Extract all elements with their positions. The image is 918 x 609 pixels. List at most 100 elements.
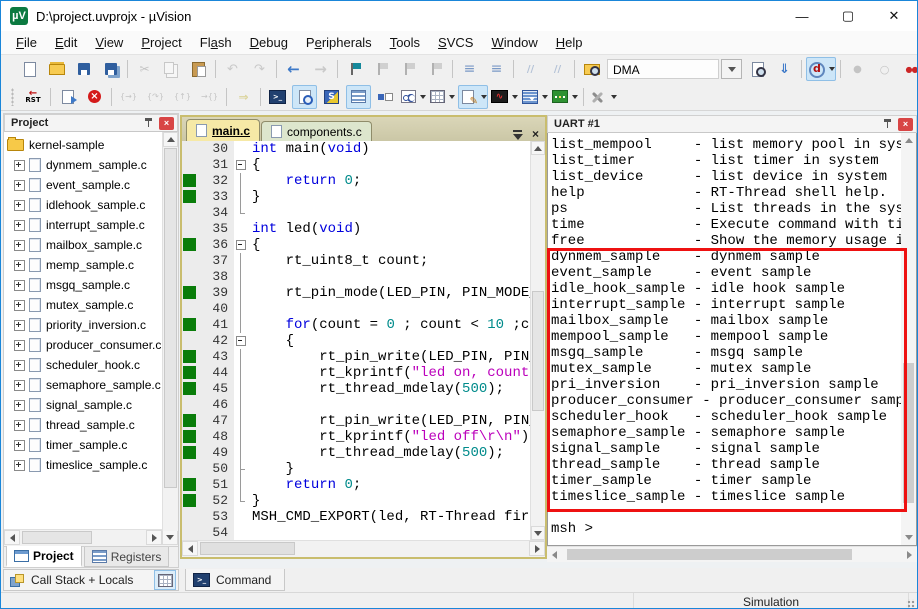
menu-project[interactable]: Project [132, 31, 190, 54]
scroll-thumb[interactable] [567, 549, 852, 560]
code-line-35[interactable]: 35 int led(void) [182, 221, 530, 237]
tree-item[interactable]: interrupt_sample.c [4, 215, 178, 235]
expand-icon[interactable] [14, 439, 25, 451]
fold-collapse-icon[interactable] [234, 157, 247, 173]
serial-windows-button[interactable] [319, 85, 344, 109]
menu-tools[interactable]: Tools [381, 31, 429, 54]
scroll-thumb[interactable] [532, 291, 544, 411]
reset-cpu-button[interactable]: RST [20, 85, 46, 109]
code-line-51[interactable]: 51 return 0; [182, 477, 530, 493]
code-line-41[interactable]: 41 for(count = 0 ; count < 10 ;count++) [182, 317, 530, 333]
indent-button[interactable] [457, 57, 482, 81]
dropdown-caret-icon[interactable] [420, 94, 426, 99]
pin-icon[interactable] [881, 118, 895, 130]
stop-button[interactable] [82, 85, 107, 109]
command-window-button[interactable] [265, 85, 290, 109]
tree-item[interactable]: thread_sample.c [4, 415, 178, 435]
scroll-down-icon[interactable] [162, 530, 178, 545]
save-button[interactable] [71, 57, 96, 81]
scroll-left-icon[interactable] [4, 530, 20, 545]
menu-window[interactable]: Window [482, 31, 546, 54]
menu-flash[interactable]: Flash [191, 31, 241, 54]
scroll-track[interactable] [562, 547, 902, 562]
code-line-33[interactable]: 33} [182, 189, 530, 205]
tree-item[interactable]: signal_sample.c [4, 395, 178, 415]
symbols-window-button[interactable] [373, 85, 398, 109]
menu-file[interactable]: File [7, 31, 46, 54]
find-in-files-doc-button[interactable] [745, 57, 770, 81]
tab-project[interactable]: Project [6, 546, 82, 567]
expand-icon[interactable] [14, 359, 25, 371]
open-file-button[interactable] [44, 57, 69, 81]
scroll-up-icon[interactable] [163, 132, 178, 147]
menu-view[interactable]: View [86, 31, 132, 54]
tree-item[interactable]: msgq_sample.c [4, 275, 178, 295]
code-line-42[interactable]: 42 { [182, 333, 530, 349]
maximize-button[interactable]: ▢ [825, 1, 871, 31]
editor-horizontal-scrollbar[interactable] [182, 540, 545, 557]
search-input[interactable]: DMA [607, 59, 719, 79]
tree-item[interactable]: event_sample.c [4, 175, 178, 195]
code-line-50[interactable]: 50 } [182, 461, 530, 477]
scroll-right-icon[interactable] [902, 547, 917, 562]
expand-icon[interactable] [14, 179, 25, 191]
tree-item[interactable]: priority_inversion.c [4, 315, 178, 335]
disassembly-window-button[interactable] [292, 84, 317, 109]
tab-main-c[interactable]: main.c [186, 119, 261, 141]
tree-item[interactable]: memp_sample.c [4, 255, 178, 275]
incremental-find-button[interactable] [772, 57, 797, 81]
new-file-button[interactable] [17, 57, 42, 81]
dropdown-caret-icon[interactable] [481, 94, 487, 99]
tree-item[interactable]: mutex_sample.c [4, 295, 178, 315]
expand-icon[interactable] [14, 399, 25, 411]
tree-item[interactable]: semaphore_sample.c [4, 375, 178, 395]
project-horizontal-scrollbar[interactable] [4, 529, 178, 546]
minimize-button[interactable]: — [779, 1, 825, 31]
dropdown-caret-icon[interactable] [512, 94, 518, 99]
code-line-54[interactable]: 54 [182, 525, 530, 540]
menu-edit[interactable]: Edit [46, 31, 86, 54]
save-all-button[interactable] [98, 57, 123, 81]
callstack-pane-tab[interactable]: Call Stack + Locals [3, 569, 179, 591]
menu-debug[interactable]: Debug [241, 31, 297, 54]
scroll-thumb[interactable] [164, 148, 177, 488]
pin-icon[interactable] [142, 117, 156, 129]
scroll-down-icon[interactable] [901, 530, 916, 545]
uart-vertical-scrollbar[interactable] [901, 133, 916, 545]
dropdown-caret-icon[interactable] [611, 94, 617, 99]
code-line-40[interactable]: 40 [182, 301, 530, 317]
expand-icon[interactable] [14, 199, 25, 211]
code-line-31[interactable]: 31 { [182, 157, 530, 173]
search-dropdown-arrow-icon[interactable] [721, 59, 742, 79]
dropdown-caret-icon[interactable] [449, 94, 455, 99]
editor-vertical-scrollbar[interactable] [530, 141, 545, 540]
expand-icon[interactable] [14, 279, 25, 291]
code-line-36[interactable]: 36 { [182, 237, 530, 253]
menu-help[interactable]: Help [547, 31, 592, 54]
expand-icon[interactable] [14, 299, 25, 311]
uart-output[interactable]: list_mempool - list memory pool in syste… [548, 133, 901, 545]
code-line-44[interactable]: 44 rt_kprintf("led on, count : %d\r\n", … [182, 365, 530, 381]
code-line-49[interactable]: 49 rt_thread_mdelay(500); [182, 445, 530, 461]
dropdown-caret-icon[interactable] [572, 94, 578, 99]
code-line-47[interactable]: 47 rt_pin_write(LED_PIN, PIN_LOW); [182, 413, 530, 429]
scroll-track[interactable] [20, 530, 146, 546]
code-line-53[interactable]: 53 MSH_CMD_EXPORT(led, RT-Thread first le… [182, 509, 530, 525]
code-line-45[interactable]: 45 rt_thread_mdelay(500); [182, 381, 530, 397]
start-stop-debug-session-button[interactable] [806, 57, 836, 81]
code-line-30[interactable]: 30 int main(void) [182, 141, 530, 157]
code-line-43[interactable]: 43 rt_pin_write(LED_PIN, PIN_HIGH); [182, 349, 530, 365]
system-viewer-button[interactable] [521, 85, 549, 109]
document-list-icon[interactable] [512, 128, 524, 140]
bookmark-toggle-button[interactable] [342, 57, 367, 81]
run-button[interactable] [55, 85, 80, 109]
code-line-37[interactable]: 37 rt_uint8_t count; [182, 253, 530, 269]
close-button[interactable]: ✕ [871, 1, 917, 31]
tree-item[interactable]: timer_sample.c [4, 435, 178, 455]
memory-windows-button[interactable] [429, 85, 456, 109]
tree-item[interactable]: producer_consumer.c [4, 335, 178, 355]
code-line-39[interactable]: 39 rt_pin_mode(LED_PIN, PIN_MODE_OUTPUT)… [182, 285, 530, 301]
disable-all-breakpoints-button[interactable] [899, 57, 917, 81]
tab-components-c[interactable]: components.c [261, 121, 372, 141]
code-line-32[interactable]: 32 return 0; [182, 173, 530, 189]
